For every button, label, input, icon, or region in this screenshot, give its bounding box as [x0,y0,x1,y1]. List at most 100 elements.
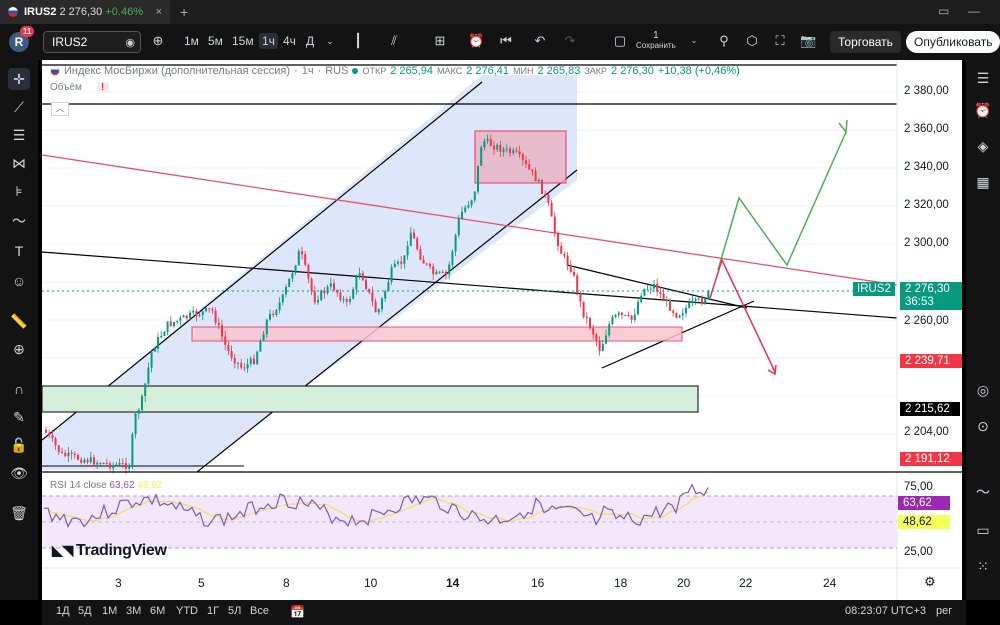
replay-icon[interactable]: ⏮ [498,33,514,49]
trade-button[interactable]: Торговать [830,31,901,53]
publish-button[interactable]: Опубликовать [906,31,1000,53]
camera-icon[interactable]: 📷 [800,33,816,49]
candle-body [448,264,451,275]
watchlist-icon[interactable]: ☰ [973,68,993,88]
candle-body [269,313,271,320]
session-mode[interactable]: рег [936,605,952,617]
calendar-icon[interactable]: ▦ [973,172,993,192]
interval-15m[interactable]: 15м [232,34,254,48]
candle-body [157,337,159,349]
stream-icon[interactable]: 〜 [973,482,993,502]
magnet-icon[interactable]: ∩ [8,378,30,400]
fullscreen-square-icon[interactable]: ▢ [612,33,628,49]
candle-body [131,434,134,467]
target-icon[interactable]: ⊙ [973,416,993,436]
clock[interactable]: 08:23:07 UTC+3 [845,605,926,617]
pattern-icon[interactable]: ⋈ [8,152,30,174]
range-1d[interactable]: 1Д [56,605,70,617]
forecast-icon[interactable]: ⊧ [8,180,30,202]
trend-line-icon[interactable]: ⟋ [8,96,30,118]
undo-icon[interactable]: ↶ [532,33,548,49]
text-tool-icon[interactable]: T [8,240,30,262]
green-projection[interactable] [717,131,847,271]
candle-body [653,283,655,289]
interval-1h[interactable]: 1ч [259,33,278,49]
lock-icon[interactable]: 🔓 [8,434,30,456]
interval-4h[interactable]: 4ч [283,34,296,48]
range-5d[interactable]: 5Д [78,605,92,617]
range-6m[interactable]: 6М [150,605,165,617]
legend-change: +10,38 (+0,46%) [657,65,740,77]
volume-indicator-label[interactable]: Объём ! [50,82,109,93]
candle-body [627,314,630,316]
trash-icon[interactable]: 🗑 [8,502,30,524]
symbol-name: IRUS2 [52,35,88,49]
green-zone[interactable] [42,385,699,413]
layers-icon[interactable]: ◈ [973,136,993,156]
ruler-icon[interactable]: 📏 [8,310,30,332]
layout-grid-icon[interactable]: ⊞ [432,33,448,49]
alerts-icon[interactable]: ⏰ [973,100,993,120]
red-zone-top[interactable] [474,130,567,184]
candle-body [115,464,118,466]
candle-body [429,263,431,267]
save-button[interactable]: 1 Сохранить [636,30,676,50]
compare-plus-icon[interactable]: ⊕ [150,33,166,49]
range-1m[interactable]: 1М [102,605,117,617]
interval-5m[interactable]: 5м [208,34,223,48]
browser-tab[interactable]: IRUS2 2 276,30 +0.46% × [0,0,170,24]
axis-settings-icon[interactable]: ⚙ [924,574,936,590]
brush-icon[interactable]: 〜 [8,210,30,232]
time-label: 8 [283,576,290,590]
chart-pane[interactable]: Индекс МосБиржи (дополнительная сессия) … [42,60,962,600]
lock-drawing-icon[interactable]: ✎ [8,406,30,428]
new-tab-icon[interactable]: + [180,4,188,20]
window-minimize-icon[interactable]: — [968,4,980,18]
interval-day[interactable]: Д [306,34,314,48]
zoom-icon[interactable]: ⊕ [8,338,30,360]
user-avatar[interactable]: R 11 [9,26,35,52]
candle-body [342,299,345,301]
range-all[interactable]: Все [250,605,269,617]
date-range-icon[interactable]: 📅 [290,605,305,619]
window-layout-icon[interactable]: ▭ [938,4,949,18]
chat-icon[interactable]: ▭ [973,520,993,540]
warning-icon[interactable]: ! [96,82,109,93]
settings-icon[interactable]: ⬡ [744,33,760,49]
candle-body [201,311,204,315]
rsi-ma-tag: 48,62 [898,515,950,529]
candle-body [179,317,182,321]
candle-body [518,151,521,155]
range-3m[interactable]: 3М [126,605,141,617]
collapse-legend-button[interactable]: ︿ [51,102,69,116]
search-icon[interactable]: ⚲ [716,33,732,49]
alert-clock-icon[interactable]: ⏰ [468,33,484,49]
visibility-icon[interactable]: 👁 [8,462,30,484]
candle-body [253,358,255,364]
crosshair-icon[interactable]: ✛ [8,68,30,90]
candle-body [486,138,489,142]
redo-icon[interactable]: ↷ [562,33,578,49]
chevron-down-icon[interactable]: ⌄ [322,33,338,49]
symbol-search[interactable]: IRUS2 ◉ [43,31,141,53]
range-ytd[interactable]: YTD [176,605,198,617]
rsi-legend[interactable]: RSI 14 close 63,62 48,62 [50,480,162,491]
price-label: 2 204,00 [904,426,949,438]
apps-grid-icon[interactable]: ⁙ [973,556,993,576]
eye-icon[interactable]: ◉ [125,36,135,49]
range-1y[interactable]: 1Г [207,605,219,617]
candles-icon[interactable]: ┃ [350,33,366,49]
range-5y[interactable]: 5Л [228,605,241,617]
interval-1m[interactable]: 1м [184,34,199,48]
fullscreen-icon[interactable]: ⛶ [772,33,788,49]
tab-close-icon[interactable]: × [156,6,162,18]
indicators-icon[interactable]: ⫽ [386,33,402,49]
save-dropdown-icon[interactable]: ⌄ [686,33,702,49]
fib-icon[interactable]: ☰ [8,124,30,146]
tradingview-logo[interactable]: ◣◥ TradingView [52,542,167,560]
legend-high: 2 276,41 [466,65,510,77]
gauge-icon[interactable]: ◎ [973,380,993,400]
candle-body [365,280,367,289]
emoji-icon[interactable]: ☺ [8,270,30,292]
candle-body [112,464,115,469]
